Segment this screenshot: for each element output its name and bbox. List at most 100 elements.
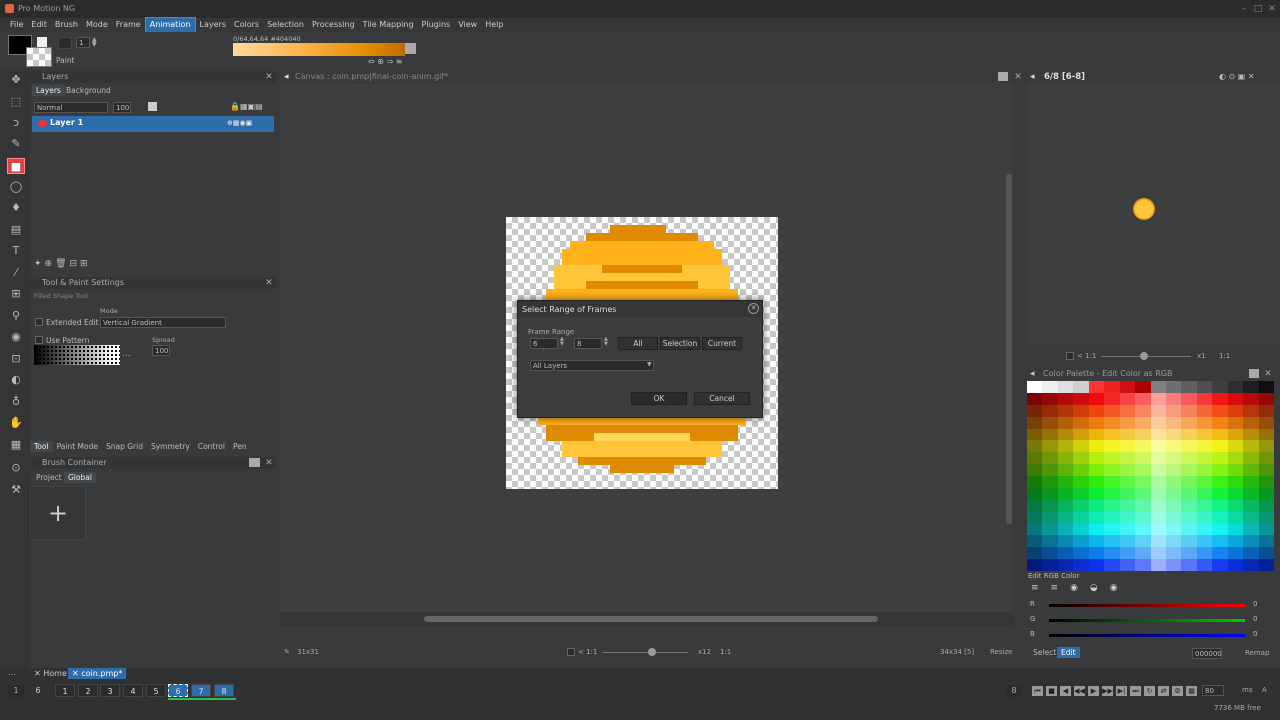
playback-pingpong-icon[interactable]: ⇄ — [1158, 686, 1169, 696]
palette-swatch[interactable] — [1027, 452, 1043, 465]
palette-swatch[interactable] — [1212, 487, 1228, 500]
menu-file[interactable]: File — [6, 18, 27, 32]
palette-swatch[interactable] — [1227, 535, 1244, 548]
layers-close-icon[interactable]: ✕ — [264, 72, 274, 82]
palette-swatch[interactable] — [1258, 404, 1274, 417]
palette-swatch[interactable] — [1104, 523, 1120, 536]
layer-lock-icon[interactable] — [148, 102, 157, 111]
blend-mode-select[interactable]: Normal — [34, 102, 108, 113]
palette-swatch[interactable] — [1227, 416, 1244, 429]
tab-edit[interactable]: Edit — [1057, 647, 1080, 658]
palette-swatch[interactable] — [1119, 392, 1136, 405]
palette-swatch[interactable] — [1073, 559, 1089, 571]
palette-swatch[interactable] — [1057, 476, 1074, 488]
tab-global[interactable]: Global — [64, 472, 96, 483]
palette-swatch[interactable] — [1057, 487, 1074, 500]
palette-swatch[interactable] — [1104, 428, 1120, 441]
palette-swatch[interactable] — [1227, 404, 1244, 417]
opacity-field[interactable]: 100 — [113, 102, 131, 113]
palette-swatch[interactable] — [1258, 559, 1274, 571]
palette-swatch[interactable] — [1227, 476, 1244, 488]
palette-swatch[interactable] — [1027, 476, 1043, 488]
palette-swatch[interactable] — [1196, 523, 1213, 536]
palette-swatch[interactable] — [1227, 428, 1244, 441]
ok-button[interactable]: OK — [631, 392, 687, 405]
layer-flags-icons[interactable]: ⊕▦◉▣ — [227, 119, 272, 129]
palette-swatch[interactable] — [1196, 476, 1213, 488]
palette-swatch[interactable] — [1243, 499, 1259, 512]
zoom-slider-track[interactable] — [602, 652, 688, 653]
palette-swatch[interactable] — [1073, 511, 1089, 524]
palette-swatch[interactable] — [1057, 559, 1074, 571]
palette-swatch[interactable] — [1243, 428, 1259, 441]
palette-swatch[interactable] — [1150, 381, 1166, 393]
a-button[interactable]: A — [1262, 686, 1267, 694]
palette-swatch[interactable] — [1150, 523, 1166, 536]
palette-swatch[interactable] — [1258, 416, 1274, 429]
palette-swatch[interactable] — [1057, 464, 1074, 476]
playback-forward-icon[interactable]: ▶▶ — [1102, 686, 1113, 696]
palette-swatch[interactable] — [1258, 499, 1274, 512]
palette-swatch[interactable] — [1196, 440, 1213, 453]
palette-swatch[interactable] — [1258, 464, 1274, 476]
palette-swatch[interactable] — [1258, 535, 1274, 548]
canvas-folder-icon[interactable] — [998, 72, 1008, 81]
vertical-scrollbar[interactable] — [1006, 174, 1012, 524]
palette-swatch[interactable] — [1227, 547, 1244, 560]
palette-swatch[interactable] — [1258, 523, 1274, 536]
palette-swatch[interactable] — [1135, 499, 1151, 512]
r-slider[interactable] — [1049, 604, 1245, 607]
tab-control[interactable]: Control — [194, 441, 229, 452]
palette-swatch[interactable] — [1243, 404, 1259, 417]
gradient-arrows-icon[interactable]: ⇔ ⊕ ⇒ ≡ — [368, 57, 402, 66]
palette-swatch[interactable] — [1042, 487, 1058, 500]
palette-swatch[interactable] — [1181, 381, 1197, 393]
tab-select[interactable]: Select — [1029, 647, 1060, 658]
palette-swatch[interactable] — [1104, 511, 1120, 524]
hand-icon[interactable]: ✋ — [7, 415, 25, 431]
menu-plugins[interactable]: Plugins — [418, 18, 455, 32]
ellipse-icon[interactable]: ◯ — [7, 179, 25, 195]
palette-swatch[interactable] — [1057, 392, 1074, 405]
palette-swatch[interactable] — [1196, 404, 1213, 417]
palette-swatch[interactable] — [1212, 428, 1228, 441]
palette-swatch[interactable] — [1135, 404, 1151, 417]
menu-view[interactable]: View — [454, 18, 481, 32]
palette-swatch[interactable] — [1258, 452, 1274, 465]
tab-tool[interactable]: Tool — [30, 441, 53, 452]
palette-swatch[interactable] — [1119, 381, 1136, 393]
palette-swatch[interactable] — [1258, 440, 1274, 453]
palette-folder-icon[interactable] — [1249, 369, 1259, 378]
palette-swatch[interactable] — [1042, 440, 1058, 453]
palette-swatch[interactable] — [1243, 476, 1259, 488]
palette-swatch[interactable] — [1104, 440, 1120, 453]
palette-swatch[interactable] — [1212, 416, 1228, 429]
palette-swatch[interactable] — [1150, 464, 1166, 476]
palette-swatch[interactable] — [1042, 476, 1058, 488]
wrench-icon[interactable]: ⚒ — [7, 482, 25, 498]
palette-swatch[interactable] — [1042, 428, 1058, 441]
visibility-eye-icon[interactable] — [38, 120, 47, 127]
palette-swatch[interactable] — [1243, 535, 1259, 548]
palette-swatch[interactable] — [1073, 487, 1089, 500]
palette-swatch[interactable] — [1088, 547, 1105, 560]
palette-swatch[interactable] — [1181, 428, 1197, 441]
palette-swatch[interactable] — [1196, 428, 1213, 441]
palette-swatch[interactable] — [1027, 464, 1043, 476]
palette-swatch[interactable] — [1150, 416, 1166, 429]
palette-swatch[interactable] — [1212, 523, 1228, 536]
tab-layers[interactable]: Layers — [32, 85, 65, 96]
palette-swatch[interactable] — [1057, 440, 1074, 453]
menu-edit[interactable]: Edit — [27, 18, 51, 32]
hex-field[interactable]: 000000 — [1192, 648, 1222, 659]
palette-swatch[interactable] — [1073, 523, 1089, 536]
eyedropper-icon[interactable]: ⁄ — [7, 265, 25, 281]
palette-swatch[interactable] — [1057, 547, 1074, 560]
spread-field[interactable]: 100 — [152, 345, 170, 356]
background-color-swatch[interactable] — [26, 47, 52, 67]
palette-swatch[interactable] — [1027, 487, 1043, 500]
layer-tools-icons[interactable]: 🔒▦▣▤ — [230, 102, 270, 112]
preview-controls-icons[interactable]: ◐ ⊙ ▣ ✕ — [1219, 72, 1255, 81]
palette-swatch[interactable] — [1135, 428, 1151, 441]
speed-field[interactable]: 80 — [1202, 685, 1224, 696]
